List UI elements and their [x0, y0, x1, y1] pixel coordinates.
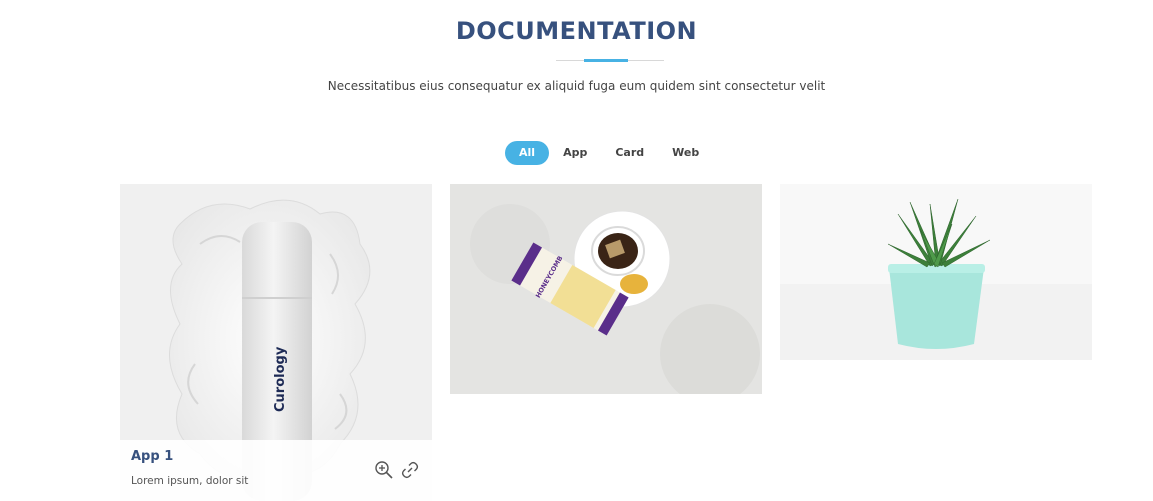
portfolio-item-actions [374, 460, 420, 480]
filter-all[interactable]: All [505, 141, 550, 165]
portfolio-item-title: App 1 [131, 449, 174, 464]
succulent-pot-photo [780, 184, 1092, 360]
portfolio-item-info: App 1 Lorem ipsum, dolor sit [120, 440, 432, 501]
title-divider-accent [584, 59, 628, 62]
tea-and-honey-photo: HONEYCOMB [450, 184, 762, 394]
filter-app[interactable]: App [549, 141, 601, 165]
title-divider [556, 59, 664, 62]
filter-card[interactable]: Card [601, 141, 658, 165]
bottle-brand-text: Curology [273, 346, 288, 412]
section-subtitle: Necessitatibus eius consequatur ex aliqu… [327, 79, 826, 93]
link-icon[interactable] [400, 460, 420, 480]
portfolio-section: DOCUMENTATION Necessitatibus eius conseq… [0, 0, 1153, 501]
section-title: DOCUMENTATION [455, 17, 698, 45]
portfolio-item-description: Lorem ipsum, dolor sit [131, 475, 249, 487]
portfolio-filters: All App Card Web [505, 141, 713, 165]
portfolio-item-2[interactable]: HONEYCOMB [450, 184, 762, 394]
portfolio-item-app-1[interactable]: Curology App 1 Lorem ipsum, dolor sit [120, 184, 432, 501]
portfolio-item-3[interactable] [780, 184, 1092, 360]
zoom-in-icon[interactable] [374, 460, 394, 480]
filter-web[interactable]: Web [658, 141, 713, 165]
